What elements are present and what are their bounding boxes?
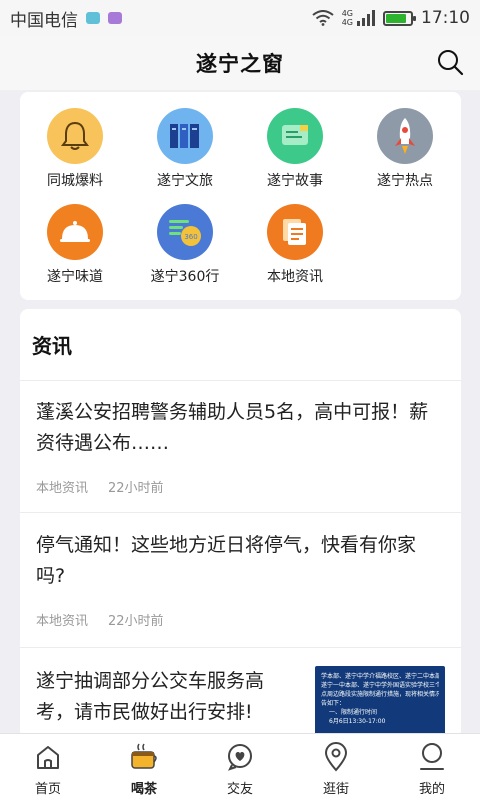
news-meta: 本地资讯 22小时前 [36, 477, 445, 496]
wifi-icon [312, 10, 334, 26]
tab-label: 交友 [226, 782, 253, 797]
signal-icon [357, 10, 375, 26]
heart-chat-icon [225, 742, 255, 772]
tab-friends[interactable]: 交友 [192, 734, 288, 800]
tea-cup-icon [129, 742, 159, 772]
grid-label: 同城爆料 [47, 173, 103, 189]
grid-item-tongcheng-baoliao[interactable]: 同城爆料 [20, 108, 130, 190]
tab-label: 逛街 [322, 782, 349, 797]
thumb-text: 6月6日13:30-17:00 [329, 718, 386, 725]
tab-home[interactable]: 首页 [0, 734, 96, 800]
grid-item-redian[interactable]: 遂宁热点 [350, 108, 460, 190]
news-item[interactable]: 停气通知！这些地方近日将停气，快看有你家吗? 本地资讯 22小时前 [20, 513, 461, 648]
svg-text:360: 360 [184, 233, 197, 241]
tab-tea[interactable]: 喝茶 [96, 734, 192, 800]
grid-label: 遂宁热点 [377, 173, 433, 189]
rocket-icon [377, 108, 433, 164]
news-thumbnail: 学本部、遂宁中学介福路校区、遂宁二中本部、 遂宁一中本部、遂宁中学外国语实验学校… [315, 666, 445, 739]
carrier-label: 中国电信 [10, 10, 78, 31]
books-icon [157, 108, 213, 164]
news-meta: 本地资讯 22小时前 [36, 610, 445, 629]
category-grid: 同城爆料 遂宁文旅 遂宁故事 遂宁热点 遂宁味道 360 遂宁360行 本地资讯 [20, 92, 461, 300]
thumb-text: 点周边路段实施限制通行措施，现将相关情况通 [321, 691, 439, 698]
thumb-text: 学本部、遂宁中学介福路校区、遂宁二中本部、 [321, 673, 439, 680]
news-item[interactable]: 蓬溪公安招聘警务辅助人员5名，高中可报！薪资待遇公布…… 本地资讯 22小时前 [20, 381, 461, 513]
bottom-tab-bar: 首页 喝茶 交友 逛街 我的 [0, 733, 480, 800]
grid-label: 遂宁文旅 [157, 173, 213, 189]
grid-label: 本地资讯 [267, 269, 323, 285]
news-item[interactable]: 遂宁抽调部分公交车服务高考，请市民做好出行安排! 学本部、遂宁中学介福路校区、遂… [20, 648, 461, 739]
status-bar: 中国电信 4G 4G 17:10 [0, 0, 480, 36]
chat-doc-icon [267, 108, 323, 164]
grid-label: 遂宁360行 [150, 269, 220, 285]
thumb-text: 一、限制通行时间 [329, 709, 378, 716]
grid-item-360hang[interactable]: 360 遂宁360行 [130, 204, 240, 286]
location-pin-icon [321, 742, 351, 772]
news-time: 22小时前 [108, 614, 164, 629]
page-title: 遂宁之窗 [196, 52, 284, 76]
clock-label: 17:10 [421, 8, 470, 28]
grid-item-weidao[interactable]: 遂宁味道 [20, 204, 130, 286]
grid-item-bendi-zixun[interactable]: 本地资讯 [240, 204, 350, 286]
section-heading: 资讯 [20, 309, 461, 381]
tab-shopping[interactable]: 逛街 [288, 734, 384, 800]
tab-mine[interactable]: 我的 [384, 734, 480, 800]
image-notification-icon [108, 12, 122, 24]
news-title: 蓬溪公安招聘警务辅助人员5名，高中可报！薪资待遇公布…… [36, 401, 429, 454]
tab-label: 喝茶 [130, 782, 157, 797]
news-section: 资讯 蓬溪公安招聘警务辅助人员5名，高中可报！薪资待遇公布…… 本地资讯 22小… [20, 309, 461, 739]
news-time: 22小时前 [108, 481, 164, 496]
documents-icon [267, 204, 323, 260]
bell-icon [47, 108, 103, 164]
food-cloche-icon [47, 204, 103, 260]
grid-item-gushi[interactable]: 遂宁故事 [240, 108, 350, 190]
app-header: 遂宁之窗 [0, 36, 480, 90]
thumb-text: 遂宁一中本部、遂宁中学外国语实验学校三个考 [321, 682, 439, 689]
news-title: 停气通知！这些地方近日将停气，快看有你家吗? [36, 534, 417, 587]
user-icon [417, 742, 447, 772]
battery-icon [383, 10, 416, 26]
tab-label: 我的 [418, 782, 445, 797]
grid-label: 遂宁故事 [267, 173, 323, 189]
search-icon [438, 50, 464, 76]
thumb-text: 告如下： [321, 700, 346, 707]
tab-label: 首页 [34, 782, 61, 797]
network-type-label: 4G 4G [341, 9, 353, 27]
grid-label: 遂宁味道 [47, 269, 103, 285]
grid-item-wenlv[interactable]: 遂宁文旅 [130, 108, 240, 190]
notification-icon [86, 12, 100, 24]
search-button[interactable] [434, 46, 466, 78]
news-title: 遂宁抽调部分公交车服务高考，请市民做好出行安排! [36, 670, 265, 723]
news-source: 本地资讯 [36, 481, 89, 496]
list-360-icon: 360 [157, 204, 213, 260]
home-icon [33, 742, 63, 772]
news-source: 本地资讯 [36, 614, 89, 629]
